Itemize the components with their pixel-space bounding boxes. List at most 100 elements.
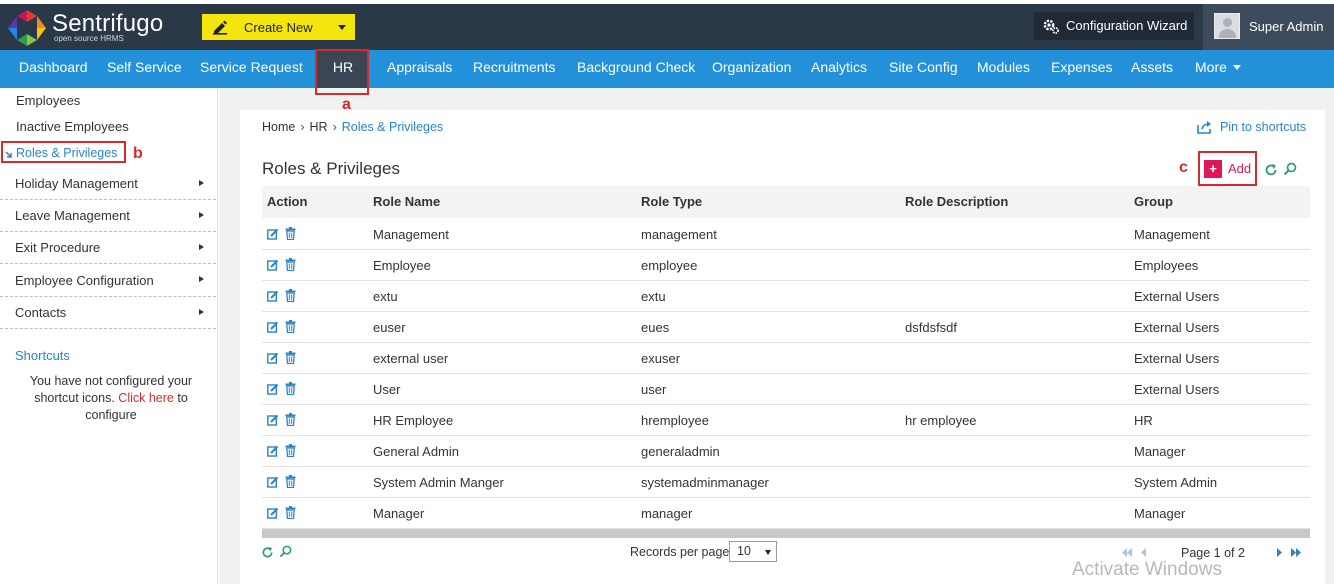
app-logo[interactable]: Sentrifugo open source HRMS — [8, 8, 178, 46]
edit-icon[interactable] — [267, 445, 279, 457]
nav-assets[interactable]: Assets — [1131, 50, 1173, 88]
configuration-wizard-button[interactable]: Configuration Wizard — [1034, 12, 1194, 40]
role-description-cell: hr employee — [905, 413, 977, 428]
records-per-page-select[interactable]: 10 — [729, 541, 777, 562]
table-row: User user External Users — [262, 374, 1310, 405]
table-row: Management management Management — [262, 219, 1310, 250]
role-type-cell: extu — [641, 289, 666, 304]
edit-icon[interactable] — [267, 259, 279, 271]
shortcuts-title: Shortcuts — [15, 348, 70, 363]
create-new-button[interactable]: Create New — [202, 14, 355, 40]
breadcrumb-hr[interactable]: HR — [310, 120, 328, 134]
table-row: HR Employee hremployee hr employee HR — [262, 405, 1310, 436]
table-row: Employee employee Employees — [262, 250, 1310, 281]
table-row: System Admin Manger systemadminmanager S… — [262, 467, 1310, 498]
trash-icon[interactable] — [285, 351, 296, 364]
annotation-box-a — [315, 49, 369, 95]
edit-icon[interactable] — [267, 321, 279, 333]
trash-icon[interactable] — [285, 506, 296, 519]
top-header: Sentrifugo open source HRMS Create New C… — [0, 0, 1334, 50]
nav-organization[interactable]: Organization — [712, 50, 791, 88]
edit-icon[interactable] — [267, 476, 279, 488]
chevron-down-icon — [338, 25, 346, 30]
sidebar-menu-contacts[interactable]: Contacts — [0, 297, 216, 329]
role-type-cell: employee — [641, 258, 698, 273]
avatar — [1214, 13, 1240, 39]
column-header-role-name[interactable]: Role Name — [373, 194, 440, 209]
sidebar-menu-leave-management[interactable]: Leave Management — [0, 200, 216, 232]
export-icon — [1197, 121, 1211, 134]
column-header-role-description[interactable]: Role Description — [905, 194, 1008, 209]
edit-icon[interactable] — [267, 352, 279, 364]
trash-icon[interactable] — [285, 475, 296, 488]
edit-icon[interactable] — [267, 414, 279, 426]
role-type-cell: management — [641, 227, 717, 242]
nav-background-check[interactable]: Background Check — [577, 50, 695, 88]
pin-to-shortcuts-label: Pin to shortcuts — [1220, 120, 1307, 134]
edit-icon[interactable] — [267, 507, 279, 519]
sidebar-menu-holiday-management[interactable]: Holiday Management — [0, 168, 216, 200]
chevron-right-icon — [199, 180, 204, 186]
group-cell: External Users — [1134, 351, 1220, 366]
shortcuts-click-here-link[interactable]: Click here — [118, 391, 174, 405]
nav-recruitments[interactable]: Recruitments — [473, 50, 555, 88]
trash-icon[interactable] — [285, 320, 296, 333]
group-cell: System Admin — [1134, 475, 1218, 490]
nav-analytics[interactable]: Analytics — [811, 50, 867, 88]
next-page-icon[interactable] — [1273, 547, 1285, 558]
role-type-cell: manager — [641, 506, 693, 521]
refresh-icon[interactable] — [261, 546, 274, 559]
edit-icon[interactable] — [267, 383, 279, 395]
trash-icon[interactable] — [285, 382, 296, 395]
group-cell: External Users — [1134, 320, 1220, 335]
user-menu[interactable]: Super Admin — [1203, 4, 1334, 50]
role-name-cell: Management — [373, 227, 449, 242]
chevron-down-icon — [765, 550, 771, 555]
search-icon[interactable] — [279, 545, 292, 558]
column-header-role-type[interactable]: Role Type — [641, 194, 702, 209]
edit-icon[interactable] — [267, 290, 279, 302]
nav-modules[interactable]: Modules — [977, 50, 1030, 88]
nav-self-service[interactable]: Self Service — [107, 50, 182, 88]
trash-icon[interactable] — [285, 227, 296, 240]
horizontal-scrollbar[interactable] — [262, 529, 1310, 538]
trash-icon[interactable] — [285, 444, 296, 457]
column-header-group[interactable]: Group — [1134, 194, 1173, 209]
nav-dashboard[interactable]: Dashboard — [19, 50, 88, 88]
user-name: Super Admin — [1249, 19, 1324, 34]
search-icon[interactable] — [1283, 162, 1297, 176]
nav-more[interactable]: More — [1195, 50, 1241, 88]
sidebar-menu-exit-procedure[interactable]: Exit Procedure — [0, 232, 216, 264]
role-name-cell: System Admin Manger — [373, 475, 504, 490]
role-description-cell: dsfdsfsdf — [905, 320, 958, 335]
sidebar-item-inactive-employees[interactable]: Inactive Employees — [16, 119, 129, 134]
first-page-icon[interactable] — [1121, 547, 1133, 558]
sidebar-menu-employee-configuration[interactable]: Employee Configuration — [0, 264, 216, 297]
role-name-cell: Manager — [373, 506, 425, 521]
role-name-cell: extu — [373, 289, 398, 304]
role-type-cell: exuser — [641, 351, 681, 366]
group-cell: Manager — [1134, 444, 1186, 459]
create-new-label: Create New — [244, 20, 313, 35]
role-name-cell: Employee — [373, 258, 431, 273]
edit-icon[interactable] — [267, 228, 279, 240]
chevron-right-icon — [199, 309, 204, 315]
nav-appraisals[interactable]: Appraisals — [387, 50, 452, 88]
role-name-cell: external user — [373, 351, 449, 366]
previous-page-icon[interactable] — [1138, 547, 1150, 558]
sidebar-item-employees[interactable]: Employees — [16, 93, 80, 108]
pencil-icon — [213, 20, 227, 35]
page-title: Roles & Privileges — [262, 159, 400, 178]
group-cell: External Users — [1134, 382, 1220, 397]
trash-icon[interactable] — [285, 289, 296, 302]
nav-service-request[interactable]: Service Request — [200, 50, 303, 88]
trash-icon[interactable] — [285, 413, 296, 426]
nav-expenses[interactable]: Expenses — [1051, 50, 1112, 88]
trash-icon[interactable] — [285, 258, 296, 271]
refresh-icon[interactable] — [1264, 163, 1278, 177]
breadcrumb: Home › HR › Roles & Privileges — [262, 120, 443, 134]
last-page-icon[interactable] — [1290, 547, 1302, 558]
activate-windows-watermark: Activate Windows — [1072, 559, 1222, 580]
breadcrumb-home[interactable]: Home — [262, 120, 295, 134]
nav-site-config[interactable]: Site Config — [889, 50, 957, 88]
